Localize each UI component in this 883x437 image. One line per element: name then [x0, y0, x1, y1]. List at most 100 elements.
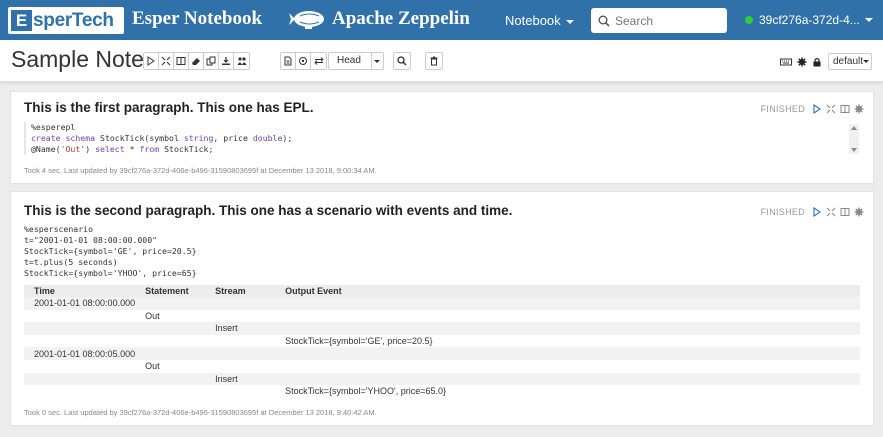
paragraph-status: FINISHED — [760, 104, 805, 114]
paragraph-title[interactable]: This is the second paragraph. This one h… — [24, 203, 512, 218]
paragraph-footer: Took 4 sec. Last updated by 39cf276a-372… — [24, 166, 377, 175]
paragraph-footer: Took 0 sec. Last updated by 39cf276a-372… — [24, 408, 377, 417]
espertech-logo[interactable]: E sperTech — [8, 7, 124, 34]
code-line: StockTick={symbol='GE', price=20.5} — [24, 246, 197, 256]
table-cell — [205, 334, 276, 348]
hide-code-button[interactable] — [159, 53, 174, 69]
table-cell — [24, 309, 136, 323]
search-icon — [397, 56, 407, 66]
column-header: Output Event — [275, 285, 860, 297]
set-revision-button[interactable] — [296, 53, 311, 69]
table-cell — [24, 359, 136, 373]
scroll-up-icon — [851, 126, 857, 130]
gear-icon[interactable] — [854, 207, 864, 217]
delete-note-button[interactable] — [425, 52, 443, 70]
table-cell — [205, 385, 276, 398]
file-icon — [284, 56, 292, 66]
gear-icon[interactable] — [854, 104, 864, 114]
scenario-result-table: Time Statement Stream Output Event 2001-… — [24, 285, 860, 398]
table-cell — [275, 347, 860, 360]
code-line: StockTick={symbol='YHOO', price=65} — [24, 268, 197, 278]
book-icon[interactable] — [840, 104, 850, 114]
table-cell — [135, 334, 206, 348]
zeppelin-airship-icon — [289, 11, 324, 29]
compare-revisions-button[interactable] — [311, 53, 326, 69]
table-cell — [205, 359, 276, 373]
clear-output-button[interactable] — [189, 53, 204, 69]
table-cell: 2001-01-01 08:00:05.000 — [24, 347, 136, 360]
search-code-button[interactable] — [393, 52, 411, 70]
editor-scrollbar[interactable] — [849, 124, 859, 154]
expand-arrows-icon — [161, 56, 171, 66]
table-cell: Out — [135, 359, 206, 373]
permissions-button[interactable] — [234, 53, 249, 69]
table-cell: Insert — [205, 372, 276, 386]
table-cell — [135, 347, 206, 360]
code-line: %esperscenario — [24, 224, 94, 234]
code-text[interactable]: %esperscenario t="2001-01-01 08:00:00.00… — [24, 224, 197, 279]
note-settings-icons — [780, 57, 822, 67]
table-cell: 2001-01-01 08:00:00.000 — [24, 297, 136, 310]
users-icon — [237, 57, 246, 65]
version-control-group — [280, 52, 327, 70]
table-cell — [275, 322, 860, 335]
code-line: create schema StockTick(symbol string, p… — [31, 133, 293, 143]
paragraph-status: FINISHED — [760, 207, 805, 217]
table-row: StockTick={symbol='YHOO', price=65.0} — [24, 385, 860, 398]
play-icon[interactable] — [812, 207, 822, 217]
table-cell — [275, 309, 860, 323]
caret-down-icon — [863, 60, 870, 63]
table-cell — [24, 385, 136, 398]
clone-note-button[interactable] — [204, 53, 219, 69]
table-row: Insert — [24, 322, 860, 335]
table-row: Out — [24, 309, 860, 323]
code-text: %esperepl create schema StockTick(symbol… — [31, 122, 292, 155]
search-box[interactable] — [591, 8, 727, 33]
paragraph-2: This is the second paragraph. This one h… — [10, 191, 874, 426]
revision-select[interactable]: Head — [328, 52, 384, 70]
code-editor[interactable]: %esperepl create schema StockTick(symbol… — [24, 122, 861, 155]
table-cell — [135, 385, 206, 398]
column-header: Stream — [205, 285, 276, 297]
code-line: t=t.plus(5 seconds) — [24, 257, 118, 267]
table-cell — [205, 297, 276, 310]
table-cell: StockTick={symbol='GE', price=20.5} — [275, 334, 860, 348]
exchange-icon — [313, 57, 324, 65]
search-input[interactable] — [615, 13, 715, 28]
interpreter-binding-label: default — [833, 56, 864, 67]
target-icon — [299, 57, 307, 65]
note-title[interactable]: Sample Note — [11, 46, 144, 73]
user-name: 39cf276a-372d-4... — [759, 13, 860, 27]
paragraph-controls: FINISHED — [761, 104, 864, 114]
caret-down-icon — [864, 18, 873, 22]
export-note-button[interactable] — [219, 53, 234, 69]
column-header: Time — [24, 285, 136, 297]
expand-arrows-icon[interactable] — [826, 104, 836, 114]
code-line: t="2001-01-01 08:00:00.000" — [24, 235, 158, 245]
eraser-icon — [192, 58, 200, 65]
play-icon[interactable] — [812, 104, 822, 114]
espertech-logo-mark: E — [11, 10, 32, 31]
expand-arrows-icon[interactable] — [826, 207, 836, 217]
table-cell — [135, 322, 206, 335]
book-icon[interactable] — [840, 207, 850, 217]
run-all-button[interactable] — [144, 53, 159, 69]
hide-output-button[interactable] — [174, 53, 189, 69]
table-cell: StockTick={symbol='YHOO', price=65.0} — [275, 385, 860, 398]
espertech-logo-text: sperTech — [33, 9, 114, 31]
keyboard-icon[interactable] — [780, 57, 792, 67]
zeppelin-title[interactable]: Apache Zeppelin — [332, 8, 470, 30]
table-row: 2001-01-01 08:00:00.000 — [24, 297, 860, 310]
user-menu[interactable]: 39cf276a-372d-4... — [745, 13, 873, 27]
app-title[interactable]: Esper Notebook — [132, 8, 262, 30]
connection-status-dot — [745, 16, 753, 24]
table-cell — [205, 347, 276, 360]
paragraph-title[interactable]: This is the first paragraph. This one ha… — [24, 100, 314, 115]
gear-icon[interactable] — [797, 57, 807, 67]
interpreter-binding-button[interactable]: default — [828, 53, 872, 70]
paragraph-controls: FINISHED — [761, 207, 864, 217]
notebook-menu[interactable]: Notebook — [505, 13, 574, 28]
commit-button[interactable] — [281, 53, 296, 69]
lock-icon[interactable] — [812, 57, 822, 67]
scroll-down-icon — [851, 148, 857, 152]
